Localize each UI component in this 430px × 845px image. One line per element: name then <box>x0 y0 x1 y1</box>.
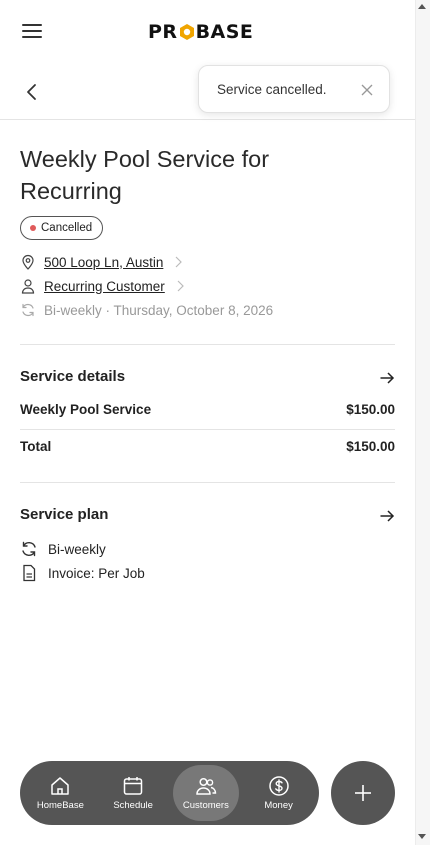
nav-label: Customers <box>182 800 229 811</box>
nav-item-customers[interactable]: Customers <box>172 765 239 821</box>
total-amount: $150.00 <box>346 439 395 454</box>
arrow-right-icon[interactable] <box>379 370 395 386</box>
probase-logo: PR BASE <box>148 21 254 43</box>
scrollbar[interactable] <box>415 0 430 845</box>
plan-frequency: Bi-weekly <box>48 541 106 557</box>
schedule-row: Bi-weekly · Thursday, October 8, 2026 <box>20 300 273 320</box>
bottom-navigation: HomeBase Schedule Customers Money <box>20 761 319 825</box>
hamburger-menu-icon[interactable] <box>22 24 42 40</box>
chevron-right-icon <box>175 256 183 268</box>
line-item-name: Weekly Pool Service <box>20 402 152 417</box>
nav-label: Schedule <box>113 800 153 811</box>
line-item-amount: $150.00 <box>346 402 395 417</box>
location-pin-icon <box>22 254 34 270</box>
service-plan-header[interactable]: Service plan <box>20 506 395 528</box>
nav-label: Money <box>264 800 293 811</box>
schedule-text: Bi-weekly · Thursday, October 8, 2026 <box>44 302 274 318</box>
page-title: Weekly Pool Service for Recurring <box>20 146 270 204</box>
document-icon <box>23 564 36 582</box>
service-plan-heading: Service plan <box>20 506 109 523</box>
add-button[interactable] <box>331 761 395 825</box>
chevron-right-icon <box>177 280 184 292</box>
line-item-row: Weekly Pool Service $150.00 <box>20 402 395 422</box>
back-chevron-icon[interactable] <box>22 82 42 102</box>
users-icon <box>196 777 217 795</box>
home-icon <box>51 777 70 795</box>
toast-notification: Service cancelled. <box>198 65 390 113</box>
plan-invoice-row: Invoice: Per Job <box>20 563 145 583</box>
status-label: Cancelled <box>41 222 93 234</box>
plan-frequency-row: Bi-weekly <box>20 539 106 559</box>
scroll-down-arrow-icon[interactable] <box>418 834 426 839</box>
top-bar: PR BASE <box>0 0 415 62</box>
person-icon <box>21 279 35 294</box>
logo-hexagon-icon <box>179 23 195 41</box>
total-label: Total <box>20 439 52 454</box>
toast-message: Service cancelled. <box>217 81 327 97</box>
recurring-icon <box>22 303 34 317</box>
address-link[interactable]: 500 Loop Ln, Austin <box>44 255 163 270</box>
nav-label: HomeBase <box>36 800 84 811</box>
close-icon[interactable] <box>361 83 373 96</box>
service-details-header[interactable]: Service details <box>20 368 395 390</box>
plan-invoice: Invoice: Per Job <box>48 565 145 581</box>
nav-item-homebase[interactable]: HomeBase <box>27 765 93 821</box>
status-dot <box>30 225 36 231</box>
total-row: Total $150.00 <box>20 439 395 459</box>
calendar-icon <box>123 777 143 795</box>
divider <box>20 429 395 430</box>
divider <box>20 344 395 345</box>
service-details-heading: Service details <box>20 368 126 385</box>
divider <box>20 482 395 483</box>
plus-icon <box>355 785 371 801</box>
scroll-up-arrow-icon[interactable] <box>418 4 426 9</box>
customer-row[interactable]: Recurring Customer <box>20 276 185 296</box>
recurring-icon <box>22 541 36 557</box>
arrow-right-icon[interactable] <box>379 508 395 524</box>
app-root: PR BASE Service cancelled. Weekly Pool S… <box>0 0 415 845</box>
nav-item-money[interactable]: Money <box>246 765 312 821</box>
status-badge: Cancelled <box>20 216 104 240</box>
customer-link[interactable]: Recurring Customer <box>44 279 165 294</box>
dollar-icon <box>268 776 289 796</box>
address-row[interactable]: 500 Loop Ln, Austin <box>20 252 183 272</box>
nav-item-schedule[interactable]: Schedule <box>100 765 166 821</box>
